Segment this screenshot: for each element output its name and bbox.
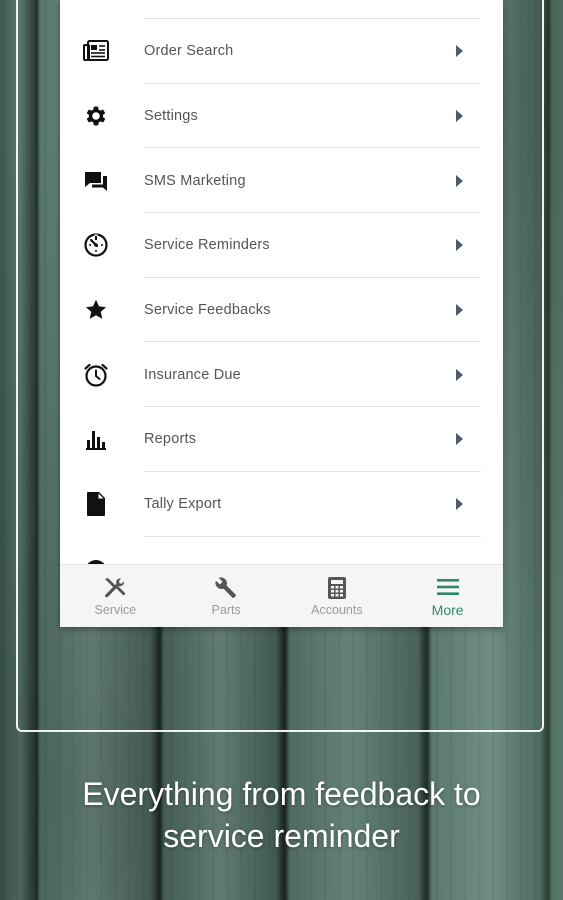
tab-label: More — [431, 602, 464, 618]
menu-item-tally-export[interactable]: Tally Export — [60, 472, 503, 537]
tab-label: Service — [94, 603, 137, 617]
bar-chart-icon — [82, 425, 110, 453]
chevron-right-icon — [456, 174, 463, 187]
tab-parts[interactable]: Parts — [171, 565, 282, 627]
menu-item-label: Order Search — [144, 43, 234, 60]
promo-caption: Everything from feedback to service remi… — [0, 773, 563, 857]
chevron-right-icon — [456, 110, 463, 123]
menu-icon — [436, 574, 459, 600]
caption-line-1: Everything from feedback to — [82, 776, 481, 812]
chevron-right-icon — [456, 45, 463, 58]
chevron-right-icon — [456, 239, 463, 252]
menu-item-settings[interactable]: Settings — [60, 84, 503, 149]
menu-item-label: Insurance Due — [144, 366, 241, 383]
menu-item-reports[interactable]: Reports — [60, 407, 503, 472]
menu-item-service-feedbacks[interactable]: Service Feedbacks — [60, 278, 503, 343]
chevron-right-icon — [456, 498, 463, 511]
menu-item-label: Settings — [144, 108, 198, 125]
menu-item-order-search[interactable]: Order Search — [60, 19, 503, 84]
document-icon — [82, 490, 110, 518]
tools-icon — [102, 575, 128, 601]
menu-item-label: SMS Marketing — [144, 172, 246, 189]
menu-item-label: Tally Export — [144, 496, 222, 513]
menu-item-service-reminders[interactable]: Service Reminders — [60, 213, 503, 278]
menu-item-label: Service Reminders — [144, 237, 270, 254]
chat-bubbles-icon — [82, 167, 110, 195]
alarm-clock-icon — [82, 361, 110, 389]
menu-item-label: Service Feedbacks — [144, 302, 271, 319]
gear-icon — [82, 102, 110, 130]
menu-item-insurance-due[interactable]: Insurance Due — [60, 342, 503, 408]
menu-item-label: Reports — [144, 431, 197, 448]
tab-accounts[interactable]: Accounts — [282, 565, 393, 627]
tab-label: Parts — [211, 603, 241, 617]
phone-screen: Order Search Settings SMS Marketing Serv… — [60, 0, 503, 627]
menu-item-sms-marketing[interactable]: SMS Marketing — [60, 148, 503, 214]
chevron-right-icon — [456, 304, 463, 317]
star-icon — [82, 296, 110, 324]
bottom-tab-bar: Service Parts Accounts More — [60, 564, 503, 627]
chevron-right-icon — [456, 368, 463, 381]
tab-service[interactable]: Service — [60, 565, 171, 627]
divider — [144, 535, 481, 537]
more-menu-list: Order Search Settings SMS Marketing Serv… — [60, 19, 503, 537]
calculator-icon — [327, 575, 347, 601]
wrench-icon — [214, 575, 238, 601]
timer-icon — [82, 231, 110, 259]
tab-label: Accounts — [311, 603, 363, 617]
caption-line-2: service reminder — [163, 818, 400, 854]
tab-more[interactable]: More — [392, 565, 503, 627]
order-search-icon — [82, 37, 110, 65]
chevron-right-icon — [456, 433, 463, 446]
